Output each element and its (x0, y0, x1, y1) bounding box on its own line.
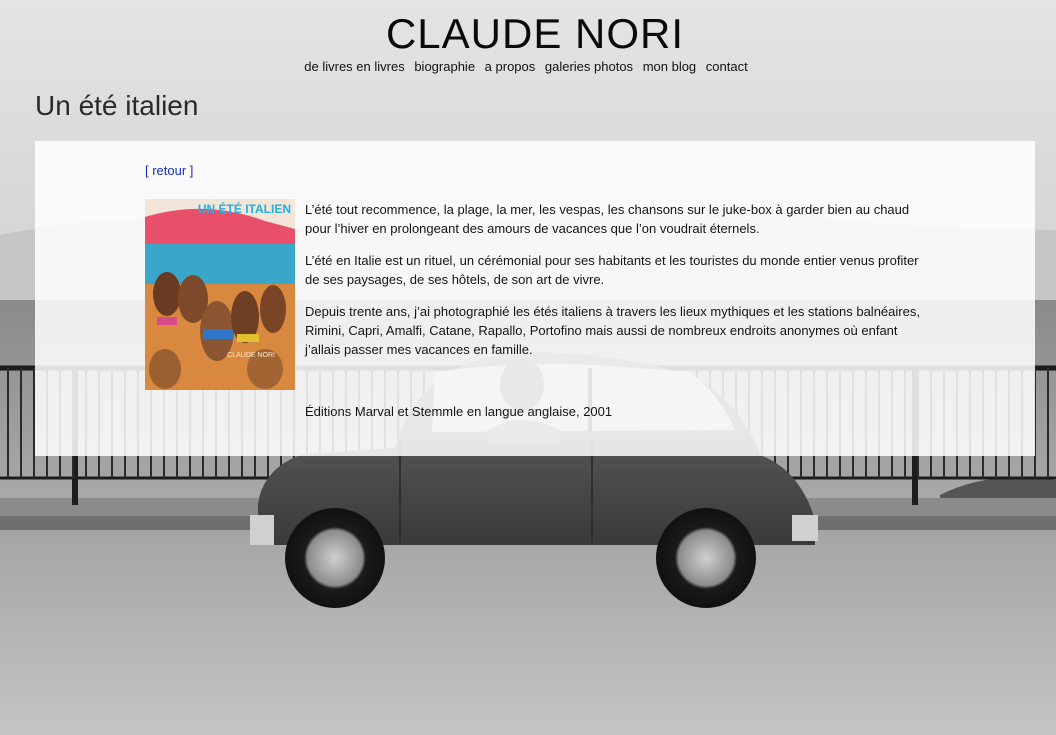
cover-author: CLAUDE NORI (227, 352, 275, 359)
nav-a-propos[interactable]: a propos (485, 59, 536, 74)
paragraph-2: L’été en Italie est un rituel, un cérémo… (305, 253, 919, 287)
main-nav: de livres en livres biographie a propos … (0, 59, 1052, 74)
content-panel: [ retour ] UN ÉTÉ ITALIEN CLAUDE NORI L’… (35, 141, 1035, 456)
nav-contact[interactable]: contact (706, 59, 748, 74)
paragraph-3: Depuis trente ans, j’ai photographié les… (305, 304, 920, 357)
description-text: L’été tout recommence, la plage, la mer,… (305, 200, 935, 372)
nav-de-livres-en-livres[interactable]: de livres en livres (304, 59, 404, 74)
nav-biographie[interactable]: biographie (414, 59, 475, 74)
back-link[interactable]: [ retour ] (145, 163, 193, 178)
site-title[interactable]: CLAUDE NORI (0, 10, 1056, 58)
page-title: Un été italien (35, 90, 199, 121)
cover-title: UN ÉTÉ ITALIEN (198, 201, 291, 216)
nav-mon-blog[interactable]: mon blog (643, 59, 696, 74)
nav-galeries-photos[interactable]: galeries photos (545, 59, 633, 74)
paragraph-1: L’été tout recommence, la plage, la mer,… (305, 202, 910, 236)
edition-info: Éditions Marval et Stemmle en langue ang… (305, 404, 613, 419)
book-cover-image[interactable]: UN ÉTÉ ITALIEN CLAUDE NORI (145, 199, 295, 390)
